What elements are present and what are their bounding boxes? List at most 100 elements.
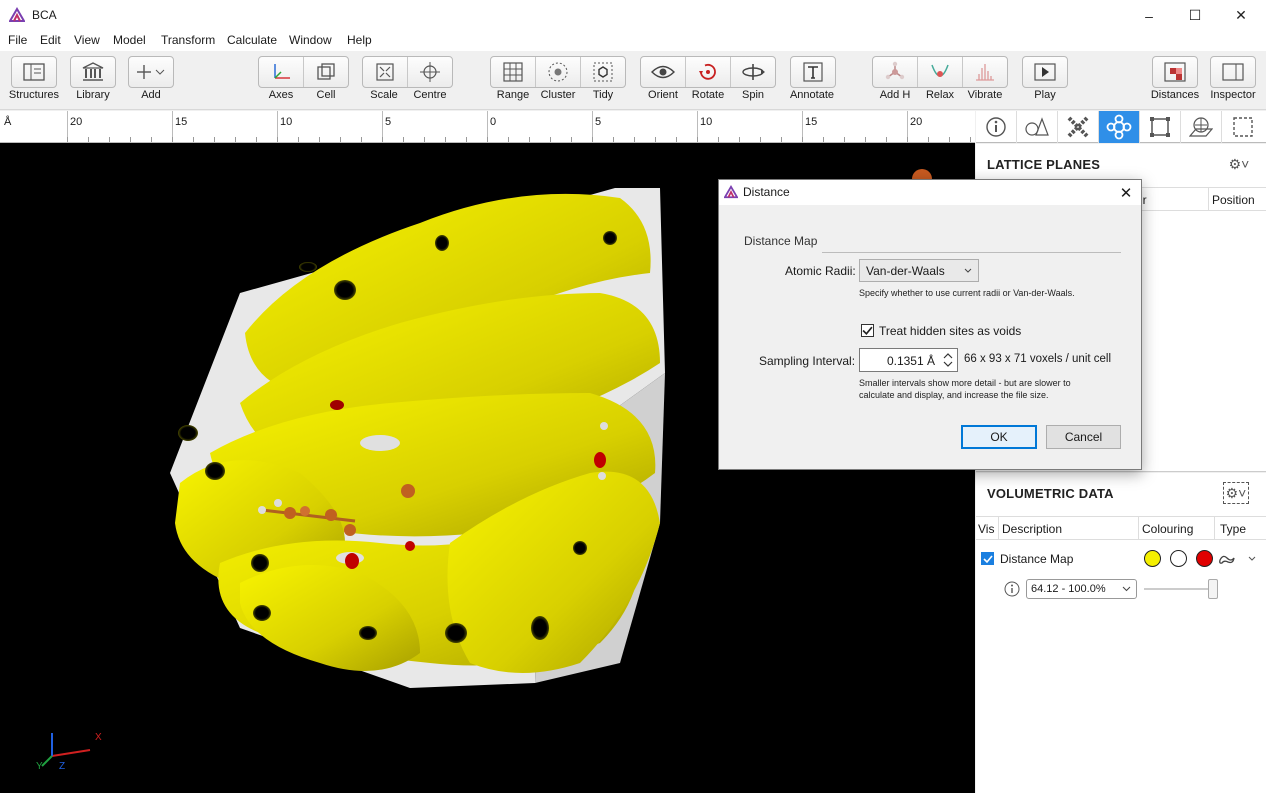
- annotate-button[interactable]: [790, 56, 836, 88]
- menu-model[interactable]: Model: [113, 33, 146, 47]
- ruler-minor-tick: [361, 137, 362, 142]
- minimize-icon: –: [1145, 7, 1153, 24]
- ok-button[interactable]: OK: [961, 425, 1037, 449]
- minimize-button[interactable]: –: [1126, 0, 1172, 31]
- text-icon: [791, 57, 835, 87]
- tab-shapes[interactable]: [1017, 111, 1058, 143]
- vis-checkbox[interactable]: [981, 552, 994, 565]
- info-icon: [986, 117, 1006, 137]
- isosurface-slider-handle[interactable]: [1208, 579, 1218, 599]
- spin-button[interactable]: [731, 57, 775, 87]
- relax-icon: [931, 64, 949, 77]
- menu-bar: File Edit View Model Transform Calculate…: [0, 31, 1266, 51]
- ruler-minor-tick: [130, 137, 131, 142]
- sampling-interval-value: 0.1351 Å: [886, 354, 935, 368]
- menu-view[interactable]: View: [74, 33, 100, 47]
- axis-y-label: Y: [36, 761, 43, 772]
- menu-transform[interactable]: Transform: [161, 33, 215, 47]
- relax-button[interactable]: [918, 57, 963, 87]
- distances-button[interactable]: [1152, 56, 1198, 88]
- app-logo-icon: [9, 7, 25, 22]
- eye-icon: [651, 65, 675, 79]
- tab-info[interactable]: [976, 111, 1017, 143]
- cell-button[interactable]: [304, 57, 348, 87]
- colour-swatch[interactable]: [1196, 550, 1213, 567]
- add-button[interactable]: [128, 56, 174, 88]
- vibrate-button[interactable]: [963, 57, 1007, 87]
- volumetric-settings-button[interactable]: ⚙˅: [1223, 482, 1249, 504]
- ruler-minor-tick: [886, 137, 887, 142]
- cancel-button[interactable]: Cancel: [1046, 425, 1121, 449]
- gear-icon: ⚙˅: [1228, 155, 1250, 172]
- tab-lattice[interactable]: [1140, 111, 1181, 143]
- menu-help[interactable]: Help: [347, 33, 372, 47]
- isosurface-range-select[interactable]: 64.12 - 100.0%: [1026, 579, 1137, 599]
- cluster-button[interactable]: [536, 57, 581, 87]
- ruler-minor-tick: [739, 137, 740, 142]
- atomic-radii-select[interactable]: Van-der-Waals: [859, 259, 979, 282]
- range-group: [490, 56, 626, 88]
- molecule-icon: [885, 61, 905, 80]
- add-label: Add: [141, 89, 161, 101]
- surface-type-icon[interactable]: [1217, 551, 1257, 567]
- ruler-minor-tick: [340, 137, 341, 142]
- chem-group: [872, 56, 1008, 88]
- sampling-interval-spinbox[interactable]: 0.1351 Å: [859, 348, 958, 372]
- tidy-button[interactable]: [581, 57, 625, 87]
- ruler-minor-tick: [928, 137, 929, 142]
- library-button[interactable]: [70, 56, 116, 88]
- treat-hidden-checkbox[interactable]: [861, 324, 874, 337]
- structures-icon: [12, 57, 56, 87]
- menu-calculate[interactable]: Calculate: [227, 33, 277, 47]
- close-icon: ✕: [1119, 184, 1133, 202]
- inspector-button[interactable]: [1210, 56, 1256, 88]
- atomic-radii-label: Atomic Radii:: [785, 264, 856, 278]
- col-description: Description: [1002, 522, 1063, 536]
- voxels-text: 66 x 93 x 71 voxels / unit cell: [964, 353, 1112, 365]
- rotate-button[interactable]: [686, 57, 731, 87]
- orient-group: [640, 56, 776, 88]
- lattice-settings-button[interactable]: ⚙˅: [1226, 153, 1252, 175]
- play-button[interactable]: [1022, 56, 1068, 88]
- isosurface-slider-track[interactable]: [1144, 588, 1216, 590]
- structures-button[interactable]: [11, 56, 57, 88]
- col-colouring: Colouring: [1142, 522, 1194, 536]
- scale-button[interactable]: [363, 57, 408, 87]
- app-logo-icon: [724, 185, 738, 199]
- colour-swatch[interactable]: [1170, 550, 1187, 567]
- ruler-minor-tick: [634, 137, 635, 142]
- ruler-minor-tick: [487, 137, 488, 142]
- ruler-minor-tick: [613, 137, 614, 142]
- tab-bonds[interactable]: [1058, 111, 1099, 143]
- axes-button[interactable]: [259, 57, 304, 87]
- menu-file[interactable]: File: [8, 33, 27, 47]
- title-bar: BCA – ☐ ✕: [0, 0, 1266, 31]
- checkmark-icon: [862, 326, 873, 336]
- ruler-minor-tick: [760, 137, 761, 142]
- menu-edit[interactable]: Edit: [40, 33, 61, 47]
- cancel-label: Cancel: [1064, 430, 1103, 444]
- range-button[interactable]: [491, 57, 536, 87]
- cell-icon: [317, 63, 335, 80]
- centre-button[interactable]: [408, 57, 452, 87]
- ruler-minor-tick: [424, 137, 425, 142]
- close-button[interactable]: ✕: [1218, 0, 1264, 31]
- tab-selection[interactable]: [1222, 111, 1263, 143]
- info-icon[interactable]: [1004, 581, 1020, 597]
- tab-volumetric[interactable]: [1099, 111, 1140, 143]
- menu-window[interactable]: Window: [289, 33, 332, 47]
- treat-hidden-label: Treat hidden sites as voids: [879, 324, 1022, 338]
- spectrum-icon: [976, 64, 994, 81]
- orient-button[interactable]: [641, 57, 686, 87]
- maximize-button[interactable]: ☐: [1172, 0, 1218, 31]
- ruler-minor-tick: [277, 137, 278, 142]
- dialog-close-button[interactable]: ✕: [1115, 182, 1137, 203]
- maximize-icon: ☐: [1188, 7, 1202, 23]
- colour-swatch[interactable]: [1144, 550, 1161, 567]
- tab-planes[interactable]: [1181, 111, 1222, 143]
- add-h-button[interactable]: [873, 57, 918, 87]
- toolbar: Structures Library Add Axes Cell Scale C…: [0, 51, 1266, 110]
- ruler-label: 10: [700, 116, 713, 128]
- sampling-hint-2: calculate and display, and increase the …: [859, 390, 1049, 400]
- inspector-label: Inspector: [1210, 89, 1256, 101]
